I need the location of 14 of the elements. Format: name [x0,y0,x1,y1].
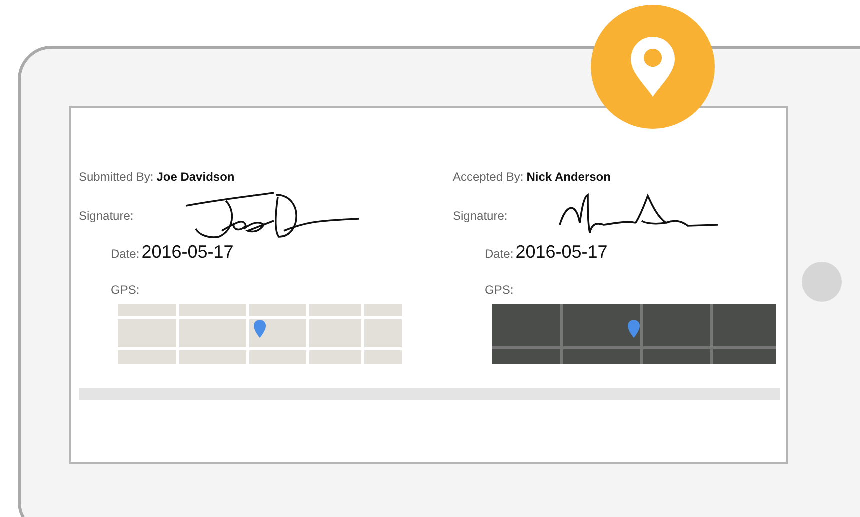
field-label: Date: [111,247,140,261]
date-value: 2016-05-17 [142,242,234,263]
person-name: Joe Davidson [156,170,235,184]
field-label: Accepted By: [453,170,524,184]
field-label: GPS: [485,283,514,297]
location-pin-icon [631,37,675,97]
field-label: Date: [485,247,514,261]
field-label: Submitted By: [79,170,154,184]
date-value: 2016-05-17 [516,242,608,263]
field-label: Signature: [453,209,508,223]
person-name: Nick Anderson [526,170,611,184]
field-label: GPS: [111,283,140,297]
home-button[interactable] [802,262,842,302]
field-label: Signature: [79,209,134,223]
